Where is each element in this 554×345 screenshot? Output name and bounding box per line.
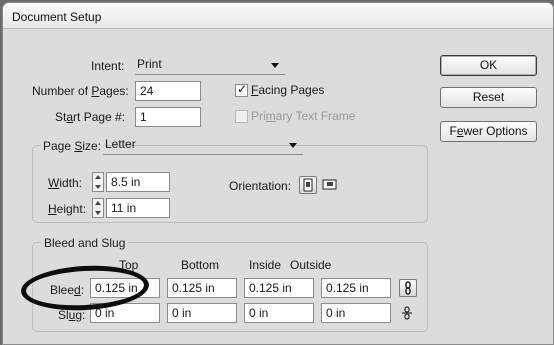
facing-pages-checkbox[interactable] [235,82,248,97]
primary-text-frame-label: Primary Text Frame [251,109,356,123]
landscape-orientation-icon[interactable] [321,176,339,194]
slug-bottom-input[interactable]: 0 in [167,303,237,323]
intent-label: Intent: [91,59,125,73]
bleed-outside-input[interactable]: 0.125 in [321,278,391,298]
link-bleed-icon[interactable] [399,279,417,297]
start-page-input[interactable]: 1 [135,107,201,127]
chevron-down-icon [289,143,297,148]
width-label: Width: [48,176,83,190]
page-size-label: Page Size: [41,139,104,153]
reset-button[interactable]: Reset [440,87,537,108]
link-slug-icon[interactable] [399,305,417,323]
dialog-title: Document Setup [12,10,102,24]
column-inside-header: Inside [249,258,282,272]
number-of-pages-label: Number of Pages: [32,84,129,98]
chevron-down-icon [271,63,279,68]
number-of-pages-input[interactable]: 24 [135,81,201,101]
page-size-value: Letter [105,137,136,151]
height-input[interactable]: 11 in [106,198,170,218]
slug-inside-input[interactable]: 0 in [244,303,314,323]
portrait-orientation-icon[interactable] [299,176,317,194]
column-outside-header: Outside [290,258,332,272]
slug-outside-input[interactable]: 0 in [321,303,391,323]
intent-dropdown[interactable]: Print [135,55,285,75]
title-bar[interactable]: Document Setup [3,3,553,29]
bleed-slug-title: Bleed and Slug [41,236,129,250]
page-size-dropdown[interactable]: Letter [103,135,303,155]
width-stepper[interactable] [92,172,104,192]
document-setup-dialog: Document Setup Intent: Print Number of P… [2,2,554,345]
orientation-label: Orientation: [229,179,292,193]
height-stepper[interactable] [92,198,104,218]
primary-text-frame-checkbox[interactable] [235,110,248,123]
bleed-inside-input[interactable]: 0.125 in [244,278,314,298]
ok-button[interactable]: OK [440,55,537,76]
height-label: Height: [48,202,87,216]
start-page-label: Start Page #: [55,110,126,124]
intent-value: Print [137,57,162,71]
width-input[interactable]: 8.5 in [106,172,170,192]
column-bottom-header: Bottom [181,258,220,272]
facing-pages-label: Facing Pages [251,83,325,97]
fewer-options-button[interactable]: Fewer Options [440,121,537,142]
bleed-bottom-input[interactable]: 0.125 in [167,278,237,298]
